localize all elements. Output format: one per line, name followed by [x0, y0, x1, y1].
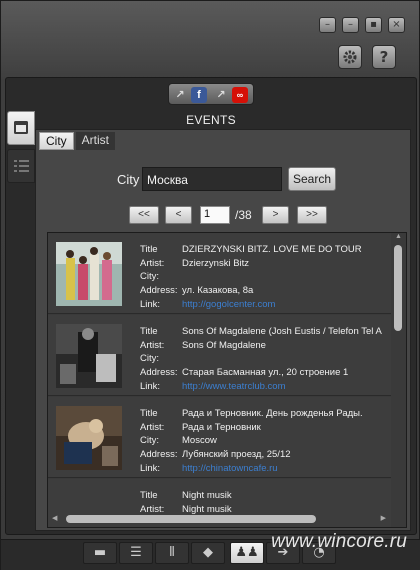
- event-address: Лубянский проезд, 25/12: [182, 449, 291, 461]
- maximize-icon[interactable]: ▪: [365, 17, 382, 33]
- field-label: Address:: [140, 285, 178, 297]
- field-label: Address:: [140, 367, 178, 379]
- field-label: Link:: [140, 462, 161, 474]
- scroll-thumb[interactable]: [394, 245, 402, 331]
- event-title: Night musik: [182, 490, 232, 501]
- event-artist: Dzierzynski Bitz: [182, 257, 250, 269]
- restore-icon[interactable]: –: [342, 17, 359, 33]
- page-title: EVENTS: [186, 113, 236, 127]
- help-icon[interactable]: ?: [372, 45, 396, 69]
- field-label: Title: [140, 244, 158, 255]
- events-list: Title DZIERZYNSKI BITZ. LOVE ME DO TOUR A…: [47, 232, 407, 528]
- list-item[interactable]: Title Sons Of Magdalene (Josh Eustis / Te…: [48, 315, 391, 396]
- event-address: ул. Казакова, 8а: [182, 285, 254, 297]
- first-page-button[interactable]: <<: [129, 206, 159, 224]
- event-title: Рада и Терновник. День рожденья Рады.: [182, 408, 363, 419]
- field-label: Link:: [140, 380, 161, 392]
- event-address: Старая Басманная ул., 20 строение 1: [182, 367, 349, 379]
- tag-icon[interactable]: ◆: [191, 542, 225, 564]
- event-link[interactable]: http://chinatowncafe.ru: [182, 462, 278, 476]
- people-icon[interactable]: ♟♟: [230, 542, 264, 564]
- field-label: Link:: [140, 298, 161, 310]
- event-title: Sons Of Magdalene (Josh Eustis / Telefon…: [182, 326, 382, 337]
- lastfm-icon[interactable]: ∞: [232, 87, 248, 103]
- tab-artist[interactable]: Artist: [75, 132, 116, 150]
- scroll-left-icon[interactable]: ◀: [52, 514, 57, 522]
- equalizer-icon[interactable]: ⫴: [155, 542, 189, 564]
- horizontal-scrollbar[interactable]: ◀ ▶: [50, 513, 390, 525]
- city-label: City: [117, 172, 140, 187]
- subtabs: City Artist: [39, 132, 116, 150]
- event-thumbnail: [56, 324, 122, 388]
- list-item[interactable]: Title DZIERZYNSKI BITZ. LOVE ME DO TOUR A…: [48, 233, 391, 314]
- external-link-icon[interactable]: ↗: [213, 87, 229, 103]
- field-label: City:: [140, 271, 159, 283]
- last-page-button[interactable]: >>: [297, 206, 327, 224]
- field-label: Artist:: [140, 421, 165, 433]
- minimize-icon[interactable]: –: [319, 17, 336, 33]
- event-link[interactable]: http://www.teatrclub.com: [182, 380, 285, 394]
- field-label: Title: [140, 408, 158, 419]
- external-link-icon[interactable]: ↗: [172, 87, 188, 103]
- gear-icon[interactable]: [338, 45, 362, 69]
- field-label: Artist:: [140, 257, 165, 269]
- monitor-icon[interactable]: ▬: [83, 542, 117, 564]
- field-label: City:: [140, 353, 159, 365]
- field-label: City:: [140, 435, 159, 447]
- tab-city[interactable]: City: [39, 132, 74, 150]
- scroll-up-icon[interactable]: ▲: [395, 233, 402, 240]
- search-button[interactable]: Search: [288, 167, 336, 191]
- field-label: Title: [140, 490, 158, 501]
- close-icon[interactable]: ×: [388, 17, 405, 33]
- calendar-tab[interactable]: [7, 111, 35, 145]
- vertical-scrollbar[interactable]: ▲: [392, 233, 404, 513]
- list-tab[interactable]: [7, 149, 35, 183]
- app-window: – – ▪ × ? ↗ f ↗ ∞ EVENTS City Artist Cit…: [0, 0, 420, 570]
- field-label: Title: [140, 326, 158, 337]
- page-total: /38: [235, 208, 252, 222]
- event-artist: Рада и Терновник: [182, 421, 261, 433]
- event-thumbnail: [56, 406, 122, 470]
- scroll-thumb[interactable]: [66, 515, 316, 523]
- event-title: DZIERZYNSKI BITZ. LOVE ME DO TOUR: [182, 244, 362, 255]
- scroll-right-icon[interactable]: ▶: [381, 514, 386, 522]
- field-label: Address:: [140, 449, 178, 461]
- event-link[interactable]: http://gogolcenter.com: [182, 298, 275, 312]
- event-city: Moscow: [182, 435, 217, 447]
- list-icon: [14, 160, 29, 172]
- next-page-button[interactable]: >: [262, 206, 289, 224]
- field-label: Artist:: [140, 339, 165, 351]
- calendar-icon: [14, 121, 28, 134]
- event-artist: Sons Of Magdalene: [182, 339, 266, 351]
- page-input[interactable]: 1: [200, 206, 230, 224]
- share-bar: ↗ f ↗ ∞: [168, 83, 254, 105]
- event-thumbnail: [56, 242, 122, 306]
- pager: << < 1 /38 > >>: [1, 206, 420, 224]
- prev-page-button[interactable]: <: [165, 206, 192, 224]
- list-item[interactable]: Title Рада и Терновник. День рожденья Рад…: [48, 397, 391, 478]
- city-input[interactable]: Москва: [142, 167, 282, 191]
- watermark: www.wincore.ru: [271, 531, 407, 552]
- list-icon[interactable]: ☰: [119, 542, 153, 564]
- facebook-icon[interactable]: f: [191, 87, 207, 103]
